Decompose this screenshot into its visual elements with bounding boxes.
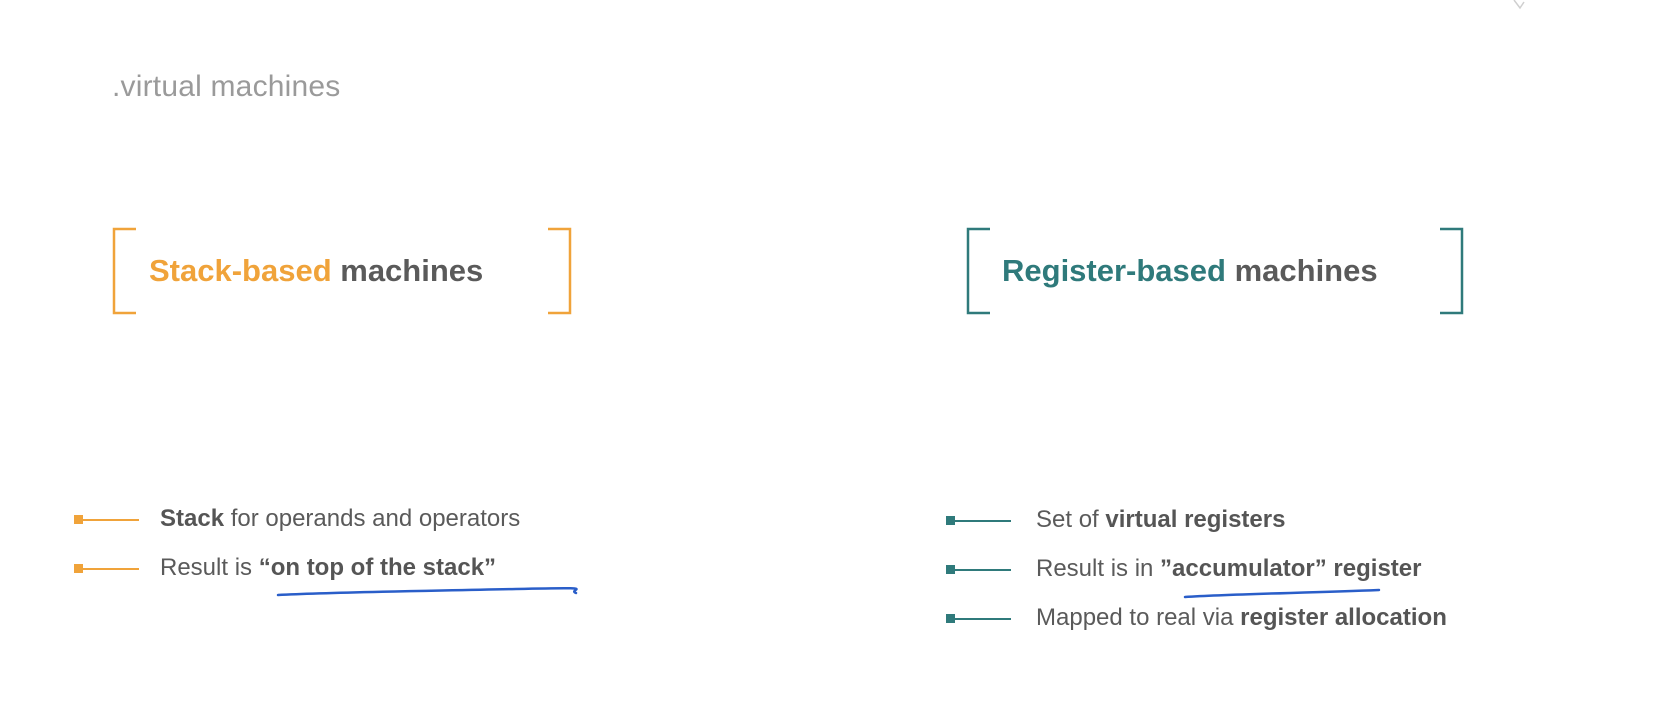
bullet-text: Result is in ”accumulator” register <box>1036 554 1422 582</box>
register-heading-rest: machines <box>1225 253 1378 288</box>
stack-heading-accent: Stack-based <box>149 253 332 288</box>
orange-bullet-icon <box>74 513 140 525</box>
highlighted-phrase: ”accumulator” <box>1160 554 1327 582</box>
stack-bullet-list: Stack for operands and operators Result … <box>74 494 520 592</box>
slide-title: .virtual machines <box>112 70 341 103</box>
cursor-mark-icon <box>1513 0 1525 10</box>
orange-bullet-icon <box>74 562 140 574</box>
list-item: Set of virtual registers <box>946 495 1447 544</box>
stack-heading-rest: machines <box>331 253 484 288</box>
bullet-text: Mapped to real via register allocation <box>1036 603 1447 631</box>
orange-bracket-frame: Stack-based machines <box>112 227 572 315</box>
pen-underline-stack <box>276 586 578 597</box>
pen-underline-accumulator <box>1183 588 1381 599</box>
bullet-text: Result is “on top of the stack” <box>160 553 497 581</box>
bullet-text: Stack for operands and operators <box>160 504 521 532</box>
register-bullet-list: Set of virtual registers Result is in ”a… <box>946 495 1447 642</box>
highlighted-phrase: “on top of the stack” <box>258 553 497 581</box>
teal-bullet-icon <box>946 612 1012 624</box>
list-item: Stack for operands and operators <box>74 494 520 543</box>
register-heading-accent: Register-based <box>1002 253 1226 288</box>
teal-bracket-frame: Register-based machines <box>966 227 1464 315</box>
teal-bullet-icon <box>946 563 1012 575</box>
bullet-text: Set of virtual registers <box>1036 505 1286 533</box>
register-heading: Register-based machines <box>1002 253 1378 289</box>
teal-bullet-icon <box>946 514 1012 526</box>
stack-heading: Stack-based machines <box>149 253 483 289</box>
